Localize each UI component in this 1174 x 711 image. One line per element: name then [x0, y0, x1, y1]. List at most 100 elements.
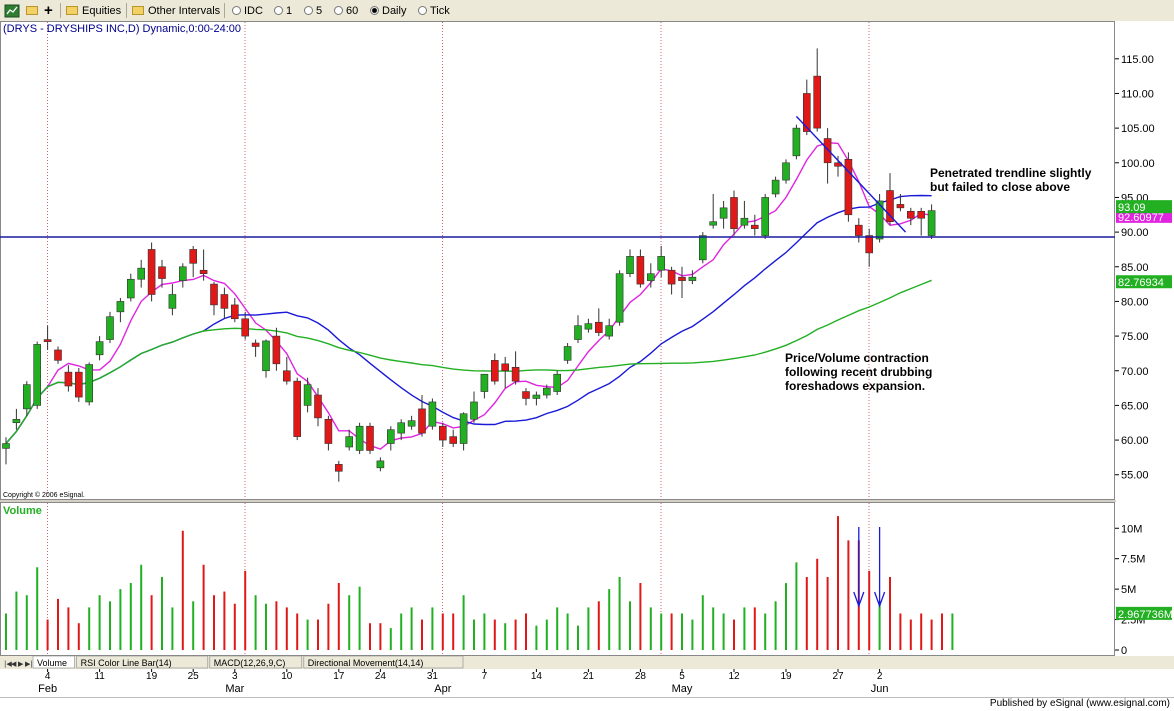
candle — [428, 401, 437, 427]
candle — [43, 339, 52, 342]
candle — [886, 190, 894, 223]
interval-option-label: 60 — [346, 4, 359, 17]
radio-icon — [418, 6, 427, 15]
candle — [761, 197, 770, 236]
x-tick-label: 28 — [635, 671, 647, 682]
candle — [605, 325, 614, 337]
x-tick-label: 19 — [780, 671, 792, 682]
interval-option-label: 5 — [316, 4, 323, 17]
candle — [345, 436, 354, 448]
tab-label: Volume — [37, 658, 67, 668]
candle — [906, 211, 915, 219]
radio-icon — [304, 6, 313, 15]
volume-annotation: Price/Volume contraction following recent… — [785, 351, 932, 393]
candle — [272, 335, 281, 365]
candle — [449, 436, 458, 444]
candle — [407, 420, 416, 427]
other-intervals-label: Other Intervals — [148, 4, 221, 17]
volume-tick-label: 7.5M — [1121, 554, 1145, 566]
candle — [95, 341, 104, 356]
x-tick-label: 7 — [482, 671, 488, 682]
x-tick-label: 27 — [832, 671, 844, 682]
interval-option-1[interactable]: 1 — [274, 3, 292, 18]
candle — [823, 138, 832, 164]
interval-option-label: 1 — [286, 4, 293, 17]
candle — [927, 210, 936, 236]
tab-label: RSI Color Line Bar(14) — [81, 658, 172, 668]
candle — [740, 217, 749, 226]
candle — [12, 418, 21, 424]
candle — [802, 93, 811, 132]
candle — [366, 425, 374, 451]
pane-divider — [0, 500, 1174, 502]
candle — [501, 363, 510, 372]
interval-option-daily[interactable]: Daily — [370, 3, 406, 18]
candle — [584, 323, 593, 330]
interval-option-60[interactable]: 60 — [334, 3, 358, 18]
candle — [189, 249, 197, 264]
candle — [678, 276, 686, 281]
candle — [782, 162, 790, 181]
tab-nav-icon: ▶ — [18, 660, 24, 668]
candle — [563, 346, 572, 361]
candle — [750, 224, 759, 229]
interval-option-5[interactable]: 5 — [304, 3, 322, 18]
candle — [231, 304, 239, 320]
chart-background — [0, 21, 1174, 697]
candle — [355, 425, 364, 451]
candle — [854, 224, 863, 236]
add-icon[interactable]: + — [44, 3, 53, 18]
month-label: Feb — [38, 683, 57, 695]
equities-label: Equities — [82, 4, 122, 17]
x-tick-label: 25 — [188, 671, 200, 682]
radio-icon — [334, 6, 343, 15]
price-tick-label: 65.00 — [1121, 400, 1149, 412]
price-tick-label: 60.00 — [1121, 435, 1149, 447]
candle — [199, 269, 208, 274]
radio-icon — [274, 6, 283, 15]
tab-nav-icon: ▶| — [25, 660, 33, 668]
price-tick-label: 110.00 — [1121, 88, 1154, 100]
interval-option-idc[interactable]: IDC — [232, 3, 263, 18]
candle — [470, 401, 478, 420]
candle — [709, 221, 718, 226]
candle — [553, 373, 562, 392]
candle — [730, 197, 738, 229]
candle — [262, 340, 270, 372]
volume-tick-label: 5M — [1121, 584, 1136, 596]
candle — [334, 464, 343, 472]
candle — [293, 380, 302, 437]
open-folder-icon[interactable] — [26, 3, 42, 18]
interval-option-label: Daily — [382, 4, 407, 17]
interval-option-tick[interactable]: Tick — [418, 3, 450, 18]
candle — [719, 207, 728, 219]
x-tick-label: 19 — [146, 671, 158, 682]
candle — [397, 422, 406, 434]
volume-pane-label: Volume — [3, 505, 42, 517]
radio-selected-icon — [370, 6, 379, 15]
month-label: May — [672, 683, 693, 695]
price-tick-label: 90.00 — [1121, 227, 1149, 239]
equities-button[interactable]: Equities — [66, 3, 121, 18]
candle — [54, 349, 62, 361]
candle — [168, 294, 177, 309]
radio-icon — [232, 6, 241, 15]
month-label: Mar — [225, 683, 244, 695]
last-volume-value-text: 2.967736M — [1118, 609, 1173, 621]
candle — [636, 256, 645, 285]
interval-option-label: IDC — [244, 4, 263, 17]
x-tick-label: 12 — [728, 671, 740, 682]
candle — [418, 408, 426, 434]
month-label: Apr — [434, 683, 451, 695]
x-tick-label: 2 — [877, 671, 883, 682]
candle — [459, 413, 468, 444]
price-tick-label: 105.00 — [1121, 123, 1155, 135]
price-tick-label: 85.00 — [1121, 262, 1149, 274]
layout-icon[interactable] — [4, 3, 20, 18]
price-tick-label: 55.00 — [1121, 470, 1149, 482]
candle — [522, 391, 530, 399]
candle — [532, 394, 541, 399]
chart-title: (DRYS - DRYSHIPS INC,D) Dynamic,0:00-24:… — [3, 23, 241, 35]
x-tick-label: 10 — [281, 671, 293, 682]
other-intervals-button[interactable]: Other Intervals — [132, 3, 220, 18]
